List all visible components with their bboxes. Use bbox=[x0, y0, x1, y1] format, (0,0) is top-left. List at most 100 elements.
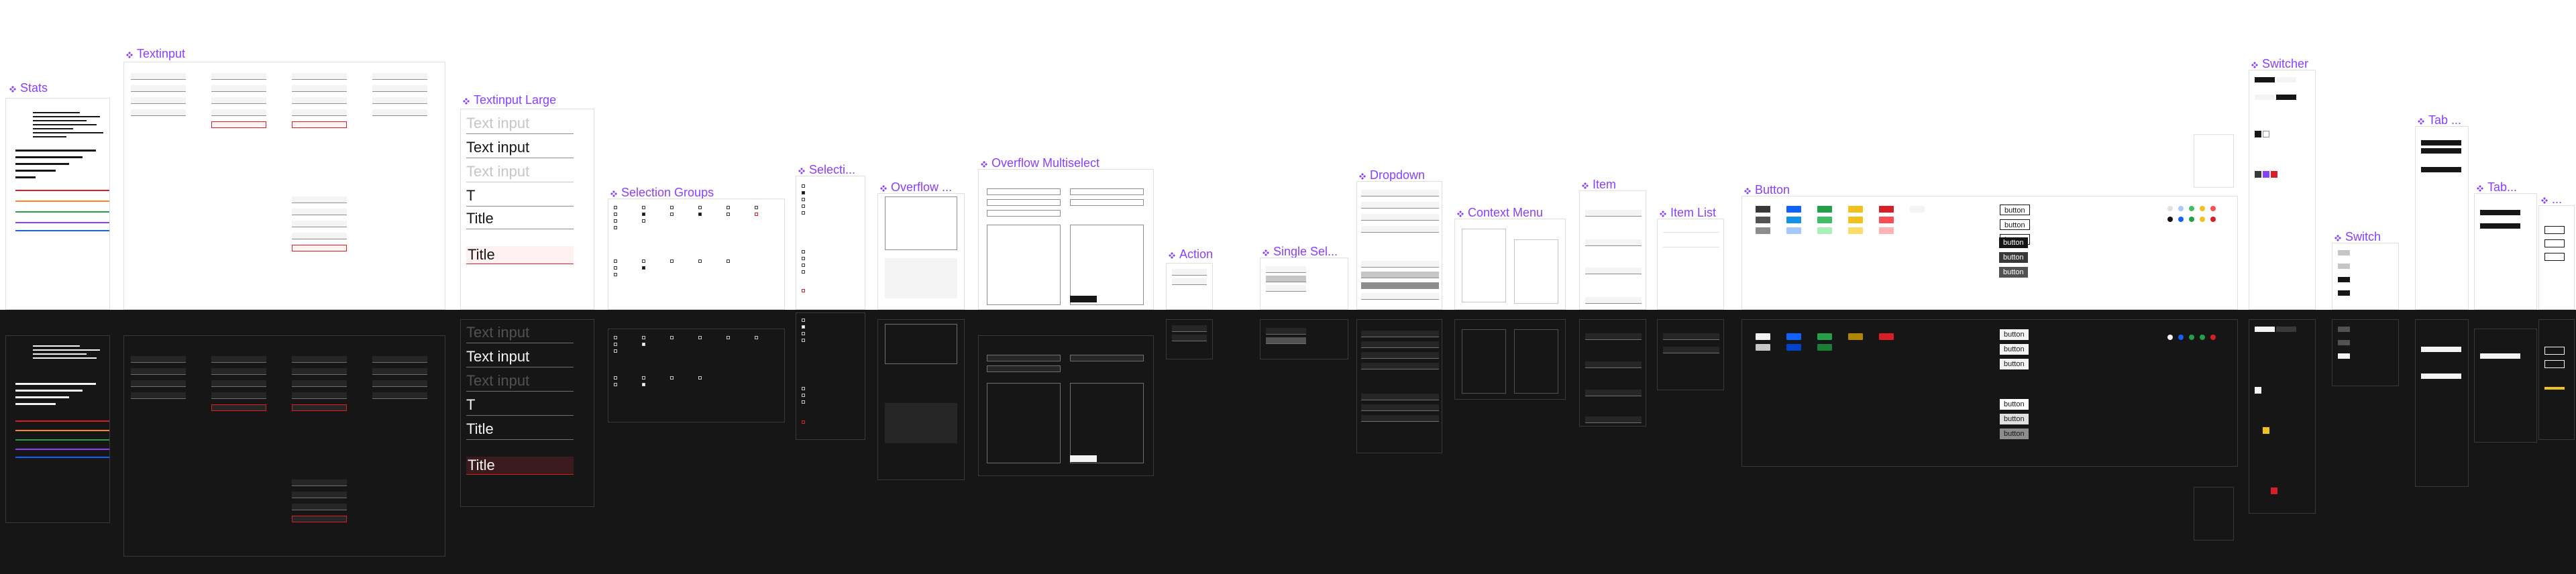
multiselect-field[interactable] bbox=[987, 188, 1061, 195]
text-field[interactable] bbox=[211, 392, 266, 399]
text-field[interactable] bbox=[211, 356, 266, 363]
multiselect-apply-button[interactable] bbox=[1070, 455, 1097, 462]
button-chip-red[interactable] bbox=[1879, 227, 1894, 234]
text-field[interactable] bbox=[131, 73, 186, 80]
text-field[interactable] bbox=[292, 196, 347, 203]
button-chip-light[interactable] bbox=[1756, 344, 1770, 351]
tab-page-highlight[interactable] bbox=[2544, 387, 2565, 390]
select-option-selected[interactable] bbox=[1266, 337, 1306, 344]
multiselect-field[interactable] bbox=[1070, 355, 1144, 361]
checkbox[interactable] bbox=[802, 394, 805, 397]
dropdown[interactable] bbox=[1361, 363, 1439, 369]
multiselect-field[interactable] bbox=[1070, 188, 1144, 195]
checkbox[interactable] bbox=[802, 264, 805, 267]
text-field-error[interactable] bbox=[292, 516, 347, 522]
text-field[interactable] bbox=[292, 73, 347, 80]
button-chip-blue[interactable] bbox=[1786, 227, 1801, 234]
text-field[interactable] bbox=[131, 380, 186, 387]
large-input-placeholder[interactable]: Text input bbox=[466, 324, 529, 341]
checkbox[interactable] bbox=[802, 250, 805, 253]
button[interactable]: button bbox=[1999, 252, 2028, 263]
text-field[interactable] bbox=[211, 73, 266, 80]
tab-active[interactable] bbox=[2421, 140, 2461, 146]
switch-toggle-on[interactable] bbox=[2338, 290, 2350, 296]
button-chip-green[interactable] bbox=[1817, 206, 1832, 213]
checkbox[interactable] bbox=[727, 213, 730, 216]
multiselect-apply-button[interactable] bbox=[1070, 296, 1097, 302]
text-field[interactable] bbox=[131, 356, 186, 363]
button[interactable]: button bbox=[1999, 237, 2028, 248]
radio[interactable] bbox=[802, 319, 805, 322]
text-field-error[interactable] bbox=[292, 245, 347, 251]
dropdown[interactable] bbox=[1361, 331, 1439, 337]
button[interactable]: button bbox=[2000, 428, 2029, 439]
checkbox-checked[interactable] bbox=[642, 213, 645, 216]
overflow-menu-disabled[interactable] bbox=[885, 258, 957, 298]
checkbox[interactable] bbox=[614, 260, 617, 263]
switch-toggle-on[interactable] bbox=[2338, 277, 2350, 282]
item-list-row[interactable] bbox=[1663, 226, 1719, 233]
switcher-segment[interactable] bbox=[2276, 77, 2296, 82]
checkbox[interactable] bbox=[614, 213, 617, 216]
large-input-title-error[interactable]: Title bbox=[468, 246, 495, 264]
item[interactable] bbox=[1585, 239, 1642, 246]
large-input-title-error[interactable]: Title bbox=[468, 457, 495, 474]
checkbox[interactable] bbox=[727, 336, 730, 339]
text-field[interactable] bbox=[292, 479, 347, 486]
text-field[interactable] bbox=[292, 380, 347, 387]
switch-toggle[interactable] bbox=[2338, 250, 2350, 255]
context-menu[interactable] bbox=[1514, 239, 1558, 304]
button-chip-dark[interactable] bbox=[1756, 227, 1770, 234]
tab-active[interactable] bbox=[2480, 353, 2520, 359]
switcher-square[interactable] bbox=[2271, 171, 2277, 178]
text-field[interactable] bbox=[372, 368, 427, 375]
checkbox-checked[interactable] bbox=[698, 213, 702, 216]
checkbox[interactable] bbox=[642, 336, 645, 339]
multiselect-list[interactable] bbox=[987, 383, 1061, 463]
checkbox[interactable] bbox=[698, 336, 702, 339]
item[interactable] bbox=[1585, 390, 1642, 396]
checkbox-error[interactable] bbox=[755, 213, 758, 216]
button-chip-green[interactable] bbox=[1817, 344, 1832, 351]
switcher-square[interactable] bbox=[2263, 131, 2269, 137]
checkbox[interactable] bbox=[698, 206, 702, 209]
switch-toggle[interactable] bbox=[2338, 264, 2350, 269]
dropdown[interactable] bbox=[1361, 394, 1439, 400]
checkbox-checked[interactable] bbox=[642, 343, 645, 346]
switcher-segment-active[interactable] bbox=[2255, 77, 2275, 82]
multiselect-list[interactable] bbox=[987, 225, 1061, 305]
checkbox[interactable] bbox=[670, 213, 674, 216]
switcher-square[interactable] bbox=[2271, 487, 2277, 494]
checkbox[interactable] bbox=[727, 260, 730, 263]
dropdown-active[interactable] bbox=[1361, 282, 1439, 289]
checkbox[interactable] bbox=[614, 376, 617, 380]
button[interactable]: button bbox=[1999, 267, 2028, 278]
text-field[interactable] bbox=[292, 209, 347, 215]
dropdown[interactable] bbox=[1361, 190, 1439, 196]
checkbox[interactable] bbox=[642, 376, 645, 380]
switch-toggle[interactable] bbox=[2338, 327, 2350, 332]
button[interactable]: button bbox=[2000, 359, 2029, 369]
radio[interactable] bbox=[802, 198, 805, 201]
checkbox[interactable] bbox=[614, 343, 617, 346]
text-field[interactable] bbox=[131, 368, 186, 375]
checkbox[interactable] bbox=[802, 257, 805, 260]
button-chip-green[interactable] bbox=[1817, 227, 1832, 234]
checkbox[interactable] bbox=[670, 260, 674, 263]
multiselect-field[interactable] bbox=[987, 199, 1061, 206]
checkbox[interactable] bbox=[614, 206, 617, 209]
select-option[interactable] bbox=[1266, 285, 1306, 292]
large-input-value[interactable]: Text input bbox=[466, 348, 529, 365]
checkbox[interactable] bbox=[802, 270, 805, 274]
item-list-row[interactable] bbox=[1663, 347, 1719, 353]
checkbox-error[interactable] bbox=[802, 289, 805, 292]
checkbox[interactable] bbox=[642, 219, 645, 223]
button-chip-yellow[interactable] bbox=[1848, 333, 1863, 340]
switcher-square[interactable] bbox=[2263, 171, 2269, 178]
button-chip-green[interactable] bbox=[1817, 217, 1832, 223]
multiselect-field[interactable] bbox=[1070, 199, 1144, 206]
radio[interactable] bbox=[802, 205, 805, 208]
action-item[interactable] bbox=[1172, 335, 1207, 341]
context-menu[interactable] bbox=[1462, 329, 1506, 394]
select-option[interactable] bbox=[1266, 266, 1306, 273]
